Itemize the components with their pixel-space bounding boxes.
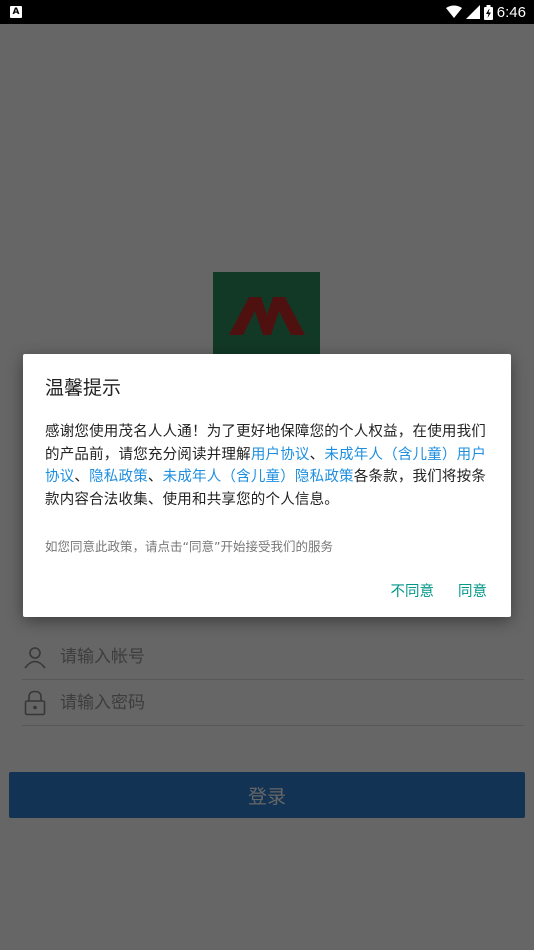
dialog-hint: 如您同意此政策，请点击“同意”开始接受我们的服务: [45, 539, 333, 554]
wifi-icon: [445, 5, 462, 18]
dialog-actions: 不同意 同意: [391, 580, 488, 601]
separator: 、: [147, 469, 163, 485]
privacy-policy-link[interactable]: 隐私政策: [89, 469, 148, 485]
status-bar: A 6:46: [0, 0, 534, 24]
disagree-button[interactable]: 不同意: [391, 580, 435, 601]
separator: 、: [74, 469, 90, 485]
notification-icon: A: [10, 6, 22, 18]
battery-icon: [483, 4, 493, 20]
status-time: 6:46: [496, 3, 526, 21]
separator: 、: [309, 446, 325, 463]
user-agreement-link[interactable]: 用户协议: [251, 447, 310, 463]
privacy-dialog: 温馨提示 感谢您使用茂名人人通！为了更好地保障您的个人权益，在使用我们的产品前，…: [23, 354, 511, 617]
agree-button[interactable]: 同意: [458, 580, 487, 601]
minor-privacy-policy-link[interactable]: 未成年人（含儿童）隐私政策: [163, 469, 354, 485]
cell-signal-icon: [465, 5, 480, 19]
dialog-title: 温馨提示: [45, 377, 122, 399]
dialog-body: 感谢您使用茂名人人通！为了更好地保障您的个人权益，在使用我们的产品前，请您充分阅…: [45, 421, 493, 511]
